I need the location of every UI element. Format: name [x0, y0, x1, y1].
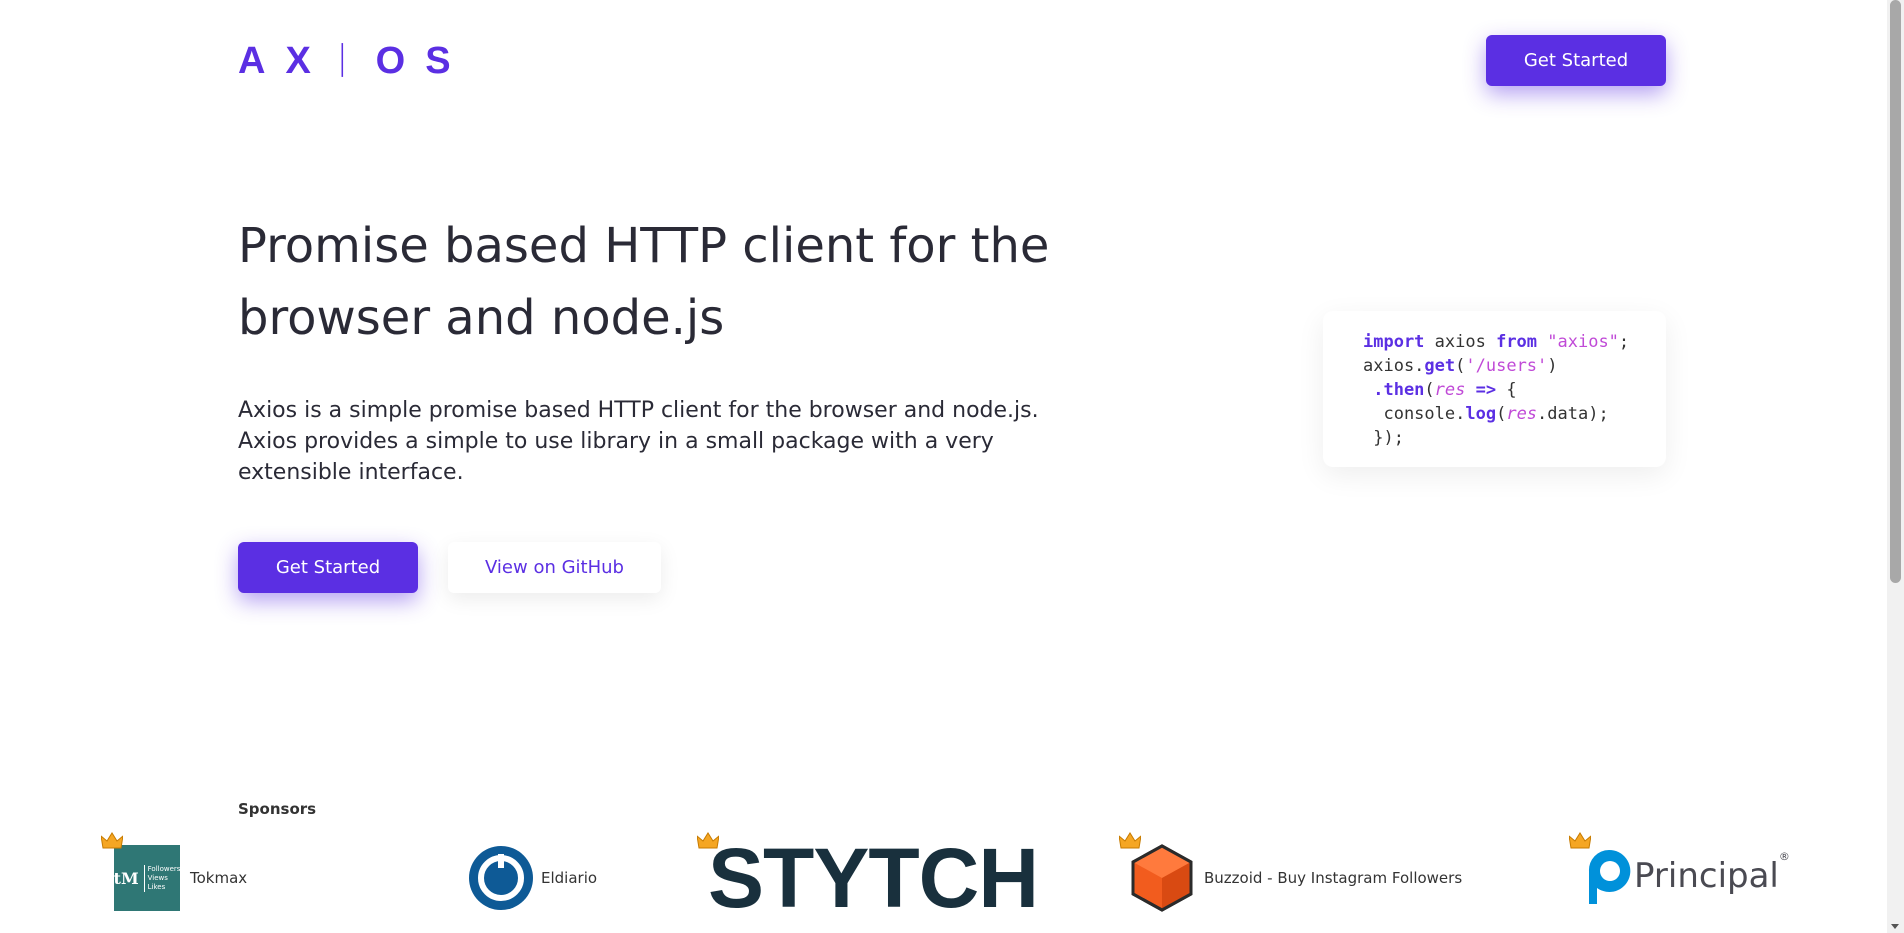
code-punct: (: [1455, 356, 1466, 376]
sponsor-name: Eldiario: [541, 869, 598, 887]
hero-get-started-button[interactable]: Get Started: [238, 542, 418, 593]
code-keyword: from: [1496, 332, 1538, 352]
sponsor-tokmax[interactable]: tM Followers Views Likes Tokmax: [101, 832, 247, 911]
tokmax-logo-text: Views: [147, 873, 168, 882]
code-keyword: import: [1363, 332, 1425, 352]
nav-get-started-button[interactable]: Get Started: [1486, 35, 1666, 86]
code-param: res: [1434, 380, 1466, 400]
sponsor-eldiario[interactable]: Eldiario: [468, 845, 597, 911]
code-method: get: [1424, 356, 1456, 376]
code-string: '/users': [1465, 356, 1548, 376]
code-param: res: [1506, 404, 1538, 424]
code-example-card: import axios from "axios"; axios.get('/us…: [1323, 311, 1666, 467]
code-punct: (: [1496, 404, 1507, 424]
code-ident: console.: [1363, 404, 1466, 424]
buzzoid-cube-icon: [1131, 844, 1193, 912]
sponsor-stytch[interactable]: STYTCH: [697, 831, 1039, 925]
code-line: console.log(res.data);: [1363, 402, 1666, 426]
logo-letter: S: [425, 40, 451, 82]
code-ident: axios: [1424, 332, 1497, 352]
tokmax-logo-text: Followers: [147, 864, 181, 873]
code-method: log: [1465, 404, 1497, 424]
sponsor-name: Buzzoid - Buy Instagram Followers: [1204, 869, 1463, 887]
sponsor-principal[interactable]: Principal ®: [1569, 832, 1790, 906]
code-punct: (: [1424, 380, 1435, 400]
logo-letter: ᛁ: [330, 40, 354, 82]
code-line: axios.get('/users'): [1363, 354, 1666, 378]
crown-icon: [1119, 832, 1141, 849]
logo-letter: O: [375, 40, 406, 82]
tokmax-logo: tM Followers Views Likes: [114, 845, 180, 911]
code-punct: ;: [1618, 332, 1630, 352]
view-on-github-button[interactable]: View on GitHub: [448, 542, 661, 593]
code-punct: .data);: [1537, 404, 1609, 424]
sponsor-buzzoid[interactable]: Buzzoid - Buy Instagram Followers: [1119, 832, 1462, 912]
eldiario-logo-icon: [469, 846, 533, 910]
code-string: "axios": [1537, 332, 1619, 352]
code-punct: {: [1506, 380, 1517, 400]
code-ident: axios.: [1363, 356, 1425, 376]
scrollbar-thumb[interactable]: [1890, 0, 1901, 583]
code-method: .then: [1363, 380, 1425, 400]
axios-logo[interactable]: A X ᛁ O S: [238, 40, 451, 83]
tokmax-mark-icon: tM: [113, 868, 139, 888]
registered-mark: ®: [1778, 850, 1790, 863]
crown-icon: [697, 832, 719, 849]
principal-wordmark: Principal: [1634, 856, 1779, 896]
logo-letter: X: [285, 40, 311, 82]
tokmax-logo-text: Likes: [147, 882, 166, 891]
code-line: import axios from "axios";: [1363, 330, 1666, 354]
sponsors-heading: Sponsors: [238, 800, 317, 818]
principal-logo-icon: [1588, 849, 1631, 904]
crown-icon: [1569, 832, 1591, 849]
hero-description: Axios is a simple promise based HTTP cli…: [238, 398, 1039, 485]
code-punct: ): [1547, 356, 1558, 376]
stytch-logo: STYTCH: [708, 831, 1039, 925]
scroll-down-arrow-icon[interactable]: [1891, 924, 1899, 929]
hero-title: Promise based HTTP client for the browse…: [238, 218, 1050, 346]
logo-letter: A: [238, 40, 266, 82]
sponsor-name: Tokmax: [190, 869, 248, 887]
crown-icon: [101, 832, 123, 849]
code-arrow: =>: [1465, 380, 1507, 400]
code-line: });: [1363, 428, 1404, 448]
vertical-scrollbar[interactable]: [1887, 0, 1904, 933]
code-line: .then(res => {: [1363, 378, 1666, 402]
